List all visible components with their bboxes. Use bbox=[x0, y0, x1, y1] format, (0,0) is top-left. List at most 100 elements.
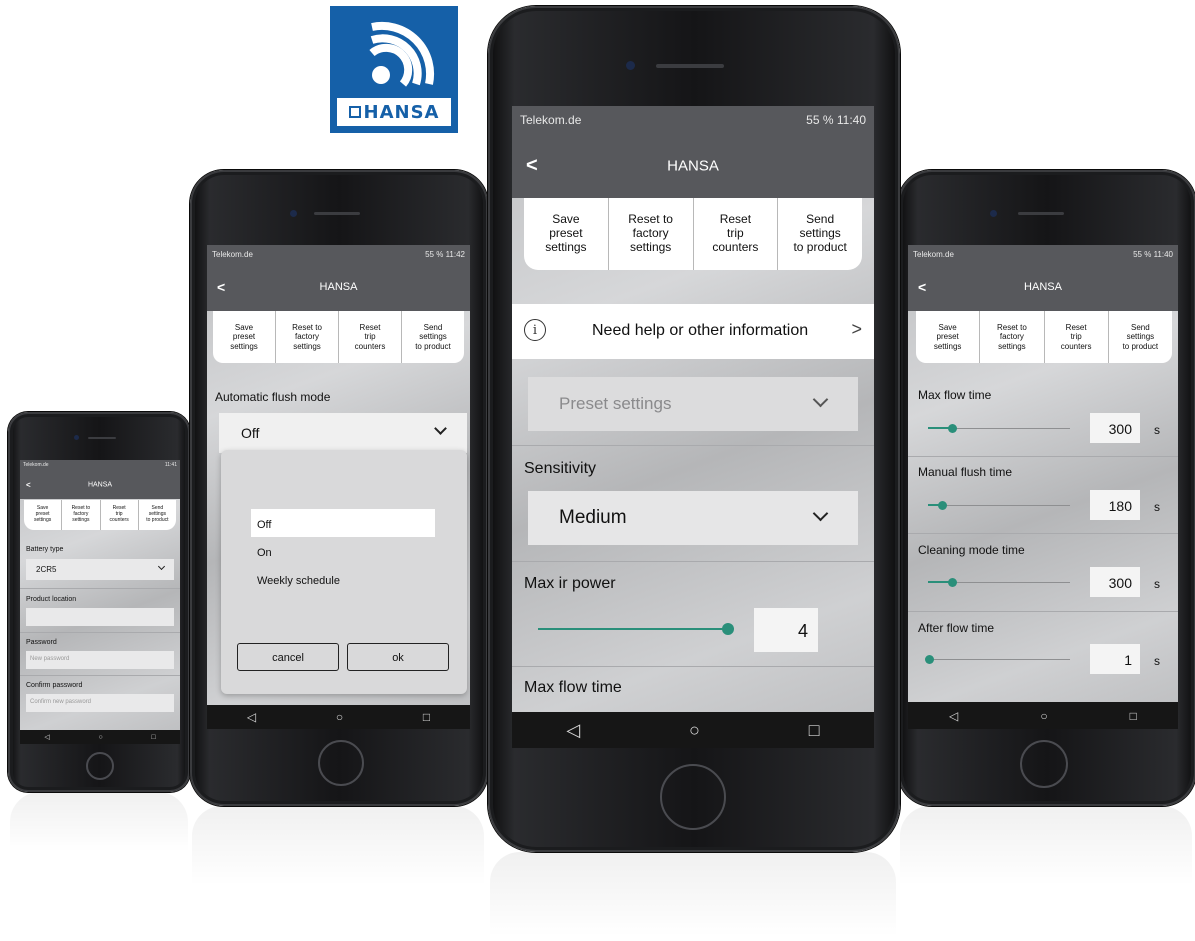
reset-trip-button[interactable]: Reset trip counters bbox=[101, 500, 139, 530]
earpiece bbox=[1018, 212, 1064, 215]
divider bbox=[908, 533, 1178, 534]
setting-label: Manual flush time bbox=[918, 465, 1013, 479]
save-preset-button[interactable]: Save preset settings bbox=[524, 198, 609, 270]
value-input[interactable]: 300 bbox=[1090, 567, 1140, 597]
confirm-password-label: Confirm password bbox=[26, 682, 83, 689]
slider-track[interactable] bbox=[928, 505, 1070, 506]
page-title: HANSA bbox=[319, 281, 358, 293]
nav-recents-icon[interactable]: □ bbox=[423, 710, 430, 724]
nav-home-icon[interactable]: ○ bbox=[689, 720, 700, 741]
send-settings-button[interactable]: Send settings to product bbox=[778, 198, 862, 270]
automatic-flush-select[interactable]: Off bbox=[219, 413, 467, 453]
nav-recents-icon[interactable]: □ bbox=[1130, 709, 1137, 723]
save-preset-button[interactable]: Save preset settings bbox=[916, 311, 981, 363]
reset-factory-button[interactable]: Reset to factory settings bbox=[276, 311, 339, 363]
slider-thumb[interactable] bbox=[925, 655, 934, 664]
hansa-logo: HANSA bbox=[330, 6, 458, 133]
action-toolbar: Save preset settings Reset to factory se… bbox=[916, 311, 1172, 363]
logo-mark-icon bbox=[348, 106, 361, 118]
nav-recents-icon[interactable]: □ bbox=[809, 720, 820, 741]
password-input[interactable]: New password bbox=[26, 651, 174, 669]
page-title: HANSA bbox=[87, 481, 113, 488]
unit-label: s bbox=[1154, 654, 1160, 668]
option-weekly-schedule[interactable]: Weekly schedule bbox=[257, 575, 340, 587]
cancel-button[interactable]: cancel bbox=[237, 643, 339, 671]
status-bar: Telekom.de 11:41 bbox=[20, 460, 180, 470]
slider-thumb[interactable] bbox=[948, 578, 957, 587]
nav-back-icon[interactable]: ◁ bbox=[949, 709, 958, 723]
slider-thumb[interactable] bbox=[938, 501, 947, 510]
home-button[interactable] bbox=[660, 764, 726, 830]
chevron-down-icon bbox=[812, 505, 829, 522]
reset-factory-button[interactable]: Reset to factory settings bbox=[980, 311, 1045, 363]
status-bar: Telekom.de 55 % 11:40 bbox=[908, 245, 1178, 263]
system-nav-bar: ◁ ○ □ bbox=[20, 730, 180, 744]
wireless-signal-icon bbox=[369, 21, 435, 87]
reset-trip-button[interactable]: Reset trip counters bbox=[339, 311, 402, 363]
ok-button[interactable]: ok bbox=[347, 643, 449, 671]
sensitivity-select[interactable]: Medium bbox=[528, 491, 858, 545]
nav-recents-icon[interactable]: □ bbox=[151, 734, 155, 741]
front-camera bbox=[290, 210, 297, 217]
status-right: 55 % 11:40 bbox=[1133, 250, 1173, 259]
ir-slider-thumb[interactable] bbox=[722, 623, 734, 635]
chevron-down-icon bbox=[157, 562, 166, 571]
unit-label: s bbox=[1154, 423, 1160, 437]
action-toolbar: Save preset settings Reset to factory se… bbox=[24, 500, 176, 530]
product-location-label: Product location bbox=[26, 596, 77, 603]
send-settings-button[interactable]: Send settings to product bbox=[139, 500, 176, 530]
slider-track[interactable] bbox=[928, 659, 1070, 660]
option-on[interactable]: On bbox=[257, 547, 272, 559]
automatic-flush-value: Off bbox=[241, 425, 260, 441]
help-text: Need help or other information bbox=[592, 322, 809, 339]
status-right: 55 % 11:40 bbox=[806, 113, 866, 127]
reset-trip-button[interactable]: Reset trip counters bbox=[694, 198, 779, 270]
password-label: Password bbox=[26, 639, 57, 646]
nav-back-icon[interactable]: ◁ bbox=[247, 710, 256, 724]
send-settings-button[interactable]: Send settings to product bbox=[402, 311, 464, 363]
front-camera bbox=[626, 61, 635, 70]
value-input[interactable]: 180 bbox=[1090, 490, 1140, 520]
reflection-small bbox=[10, 792, 188, 852]
home-button[interactable] bbox=[1020, 740, 1068, 788]
preset-settings-select[interactable]: Preset settings bbox=[528, 377, 858, 431]
home-button[interactable] bbox=[86, 752, 114, 780]
nav-home-icon[interactable]: ○ bbox=[98, 734, 102, 741]
max-ir-power-label: Max ir power bbox=[524, 575, 616, 592]
help-banner[interactable]: i Need help or other information > bbox=[512, 304, 874, 359]
slider-thumb[interactable] bbox=[948, 424, 957, 433]
reset-factory-button[interactable]: Reset to factory settings bbox=[62, 500, 101, 530]
nav-back-icon[interactable]: ◁ bbox=[566, 720, 580, 741]
option-off[interactable]: Off bbox=[251, 509, 435, 537]
battery-type-select[interactable]: 2CR5 bbox=[26, 559, 174, 580]
screen: Telekom.de 11:41 < HANSA Save preset set… bbox=[20, 460, 180, 744]
app-header: < HANSA bbox=[20, 470, 180, 499]
status-right: 55 % 11:42 bbox=[425, 250, 465, 259]
reset-factory-button[interactable]: Reset to factory settings bbox=[609, 198, 694, 270]
ir-value-input[interactable]: 4 bbox=[754, 608, 818, 652]
reset-trip-button[interactable]: Reset trip counters bbox=[1045, 311, 1109, 363]
value-input[interactable]: 1 bbox=[1090, 644, 1140, 674]
nav-home-icon[interactable]: ○ bbox=[1040, 709, 1047, 723]
nav-home-icon[interactable]: ○ bbox=[336, 710, 343, 724]
nav-back-icon[interactable]: ◁ bbox=[44, 733, 49, 741]
reflection-center bbox=[490, 852, 896, 937]
phone-center: Telekom.de 55 % 11:40 < HANSA Save prese… bbox=[488, 6, 900, 852]
confirm-password-input[interactable]: Confirm new password bbox=[26, 694, 174, 712]
setting-label: After flow time bbox=[918, 621, 995, 635]
page-title: HANSA bbox=[667, 157, 719, 175]
divider bbox=[908, 456, 1178, 457]
save-preset-button[interactable]: Save preset settings bbox=[213, 311, 276, 363]
save-preset-button[interactable]: Save preset settings bbox=[24, 500, 63, 530]
battery-text: 55 % bbox=[806, 113, 834, 127]
page-title: HANSA bbox=[1024, 281, 1062, 293]
home-button[interactable] bbox=[318, 740, 364, 786]
unit-label: s bbox=[1154, 577, 1160, 591]
value-input[interactable]: 300 bbox=[1090, 413, 1140, 443]
send-settings-button[interactable]: Send settings to product bbox=[1109, 311, 1172, 363]
logo-wordmark-box: HANSA bbox=[337, 98, 451, 126]
product-location-input[interactable] bbox=[26, 608, 174, 626]
reflection-right bbox=[900, 806, 1192, 886]
setting-label: Cleaning mode time bbox=[918, 543, 1025, 557]
reflection-left bbox=[192, 806, 484, 886]
